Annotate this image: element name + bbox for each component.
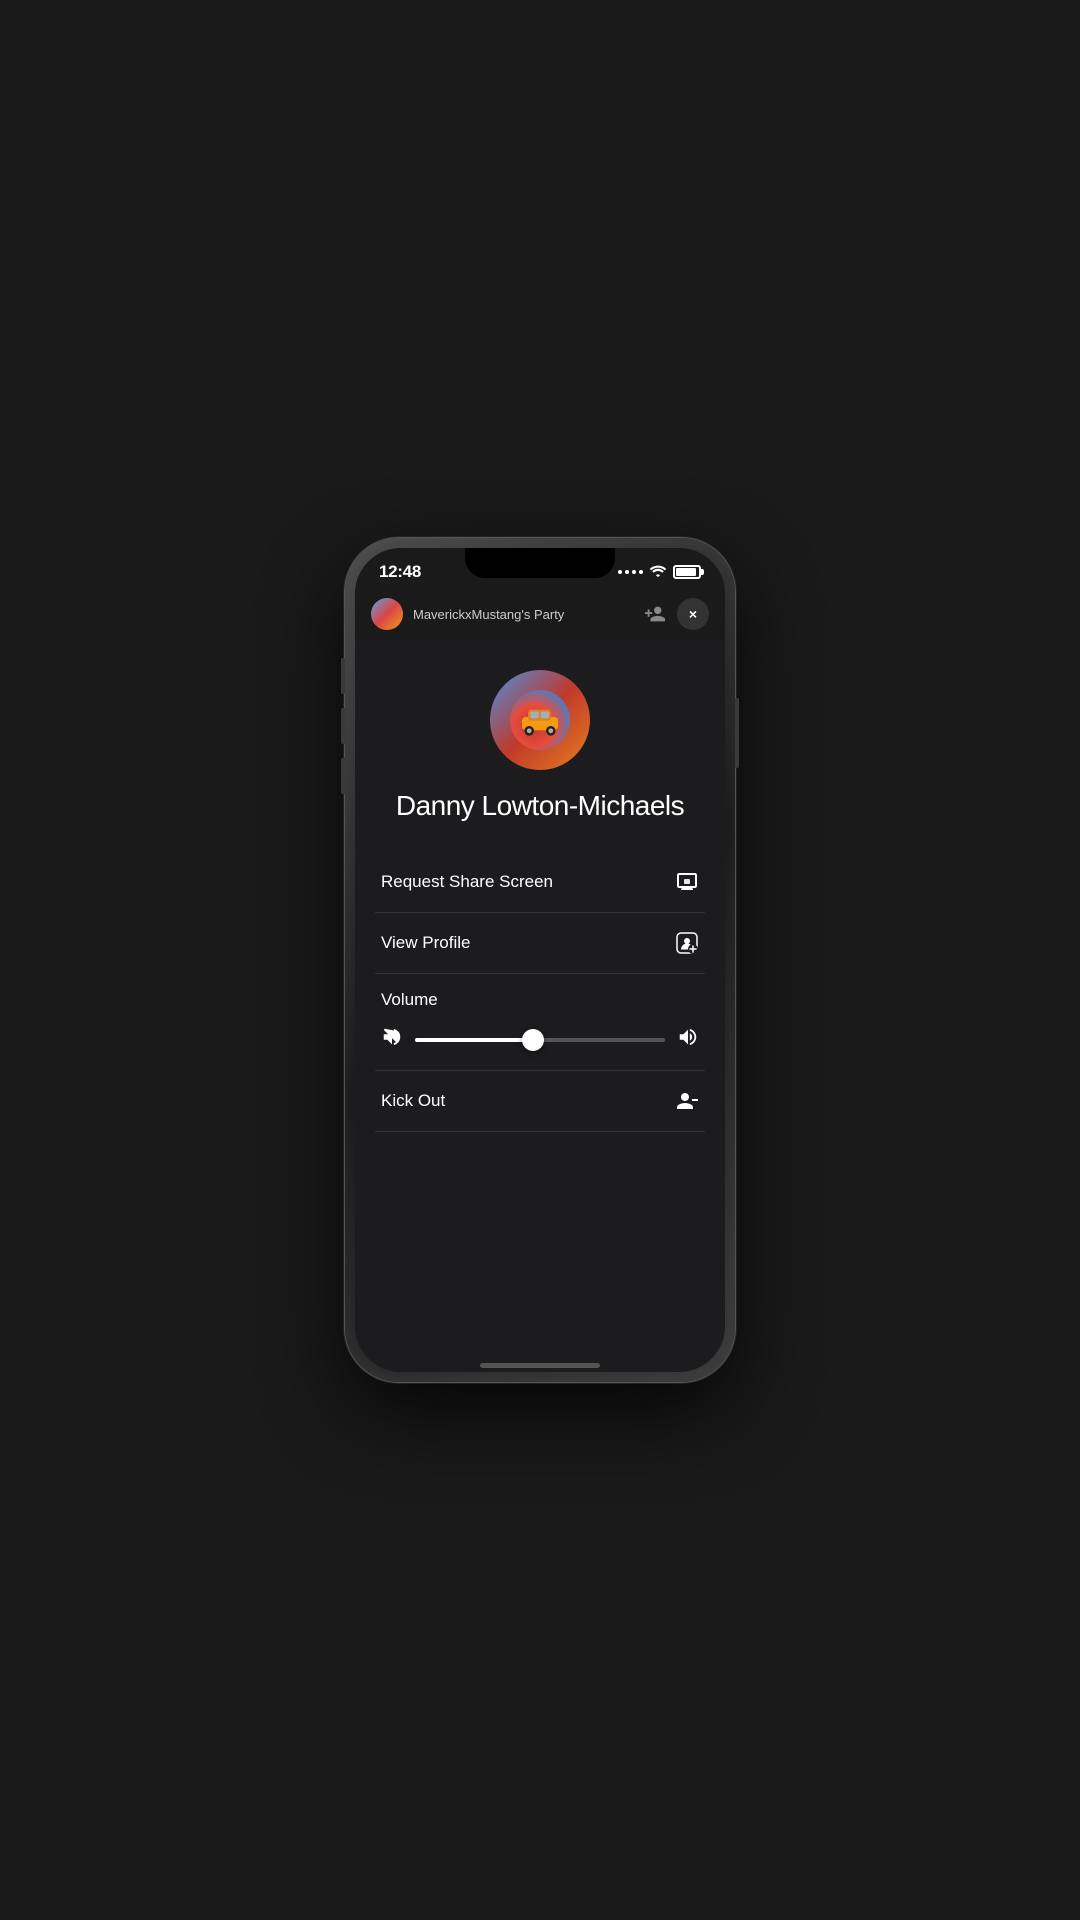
user-action-modal: Danny Lowton-Michaels Request Share Scre… xyxy=(355,640,725,1355)
notch xyxy=(465,548,615,578)
party-name: MaverickxMustang's Party xyxy=(413,607,564,622)
close-button[interactable]: × xyxy=(677,598,709,630)
request-share-screen-label: Request Share Screen xyxy=(381,872,553,892)
status-time: 12:48 xyxy=(379,562,421,582)
avatar xyxy=(490,670,590,770)
kick-out-item[interactable]: Kick Out xyxy=(375,1071,705,1132)
volume-max-icon xyxy=(677,1026,699,1054)
request-share-screen-item[interactable]: Request Share Screen xyxy=(375,852,705,913)
party-avatar xyxy=(371,598,403,630)
phone-frame: 12:48 xyxy=(345,538,735,1382)
kick-out-icon xyxy=(675,1089,699,1113)
battery-icon xyxy=(673,565,701,579)
volume-mute-icon xyxy=(381,1026,403,1054)
volume-label: Volume xyxy=(381,990,699,1010)
kick-out-label: Kick Out xyxy=(381,1091,445,1111)
status-icons xyxy=(618,564,701,581)
view-profile-item[interactable]: View Profile xyxy=(375,913,705,974)
home-indicator xyxy=(355,1355,725,1372)
party-info: MaverickxMustang's Party xyxy=(371,598,564,630)
profile-icon xyxy=(675,931,699,955)
signal-icon xyxy=(618,570,643,574)
volume-section: Volume xyxy=(375,974,705,1071)
view-profile-label: View Profile xyxy=(381,933,470,953)
user-name: Danny Lowton-Michaels xyxy=(396,790,684,822)
share-screen-icon xyxy=(675,870,699,894)
wifi-icon xyxy=(649,564,667,581)
menu-list: Request Share Screen View Profile xyxy=(375,852,705,1132)
party-actions: × xyxy=(641,598,709,630)
phone-screen: 12:48 xyxy=(355,548,725,1372)
party-header: MaverickxMustang's Party × xyxy=(355,588,725,640)
add-member-button[interactable] xyxy=(641,600,669,628)
volume-controls xyxy=(381,1026,699,1054)
volume-slider[interactable] xyxy=(415,1038,665,1042)
